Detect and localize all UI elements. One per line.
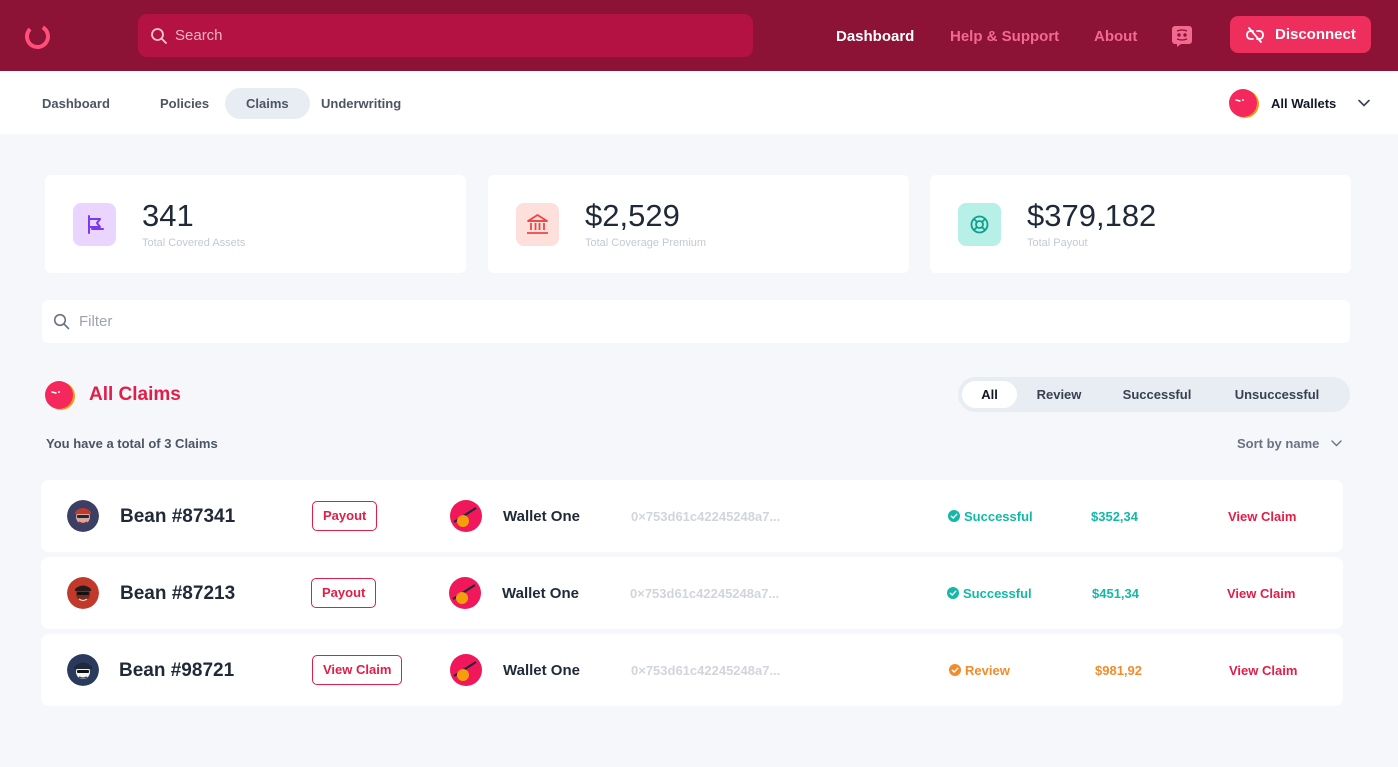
stat-card-coverage-premium: $2,529 Total Coverage Premium — [488, 175, 909, 273]
status-label: Successful — [964, 509, 1033, 524]
wallet-icon — [449, 577, 481, 609]
stat-card-covered-assets: 341 Total Covered Assets — [45, 175, 466, 273]
stat-label: Total Coverage Premium — [585, 237, 707, 249]
sort-dropdown[interactable]: Sort by name — [1237, 436, 1319, 451]
nft-avatar-icon — [67, 577, 99, 609]
nft-avatar-icon — [67, 500, 99, 532]
status-badge: Successful — [947, 586, 1032, 601]
asset-name: Bean #98721 — [119, 660, 235, 681]
filter-bar[interactable] — [42, 300, 1350, 343]
chevron-down-icon[interactable] — [1330, 437, 1343, 450]
stat-label: Total Payout — [1027, 237, 1088, 249]
search-icon — [53, 313, 70, 330]
status-badge: Successful — [948, 509, 1033, 524]
disconnect-label: Disconnect — [1275, 26, 1356, 43]
stat-value: $2,529 — [585, 198, 680, 233]
check-circle-icon — [949, 664, 961, 676]
stat-label: Total Covered Assets — [142, 237, 246, 249]
tab-claims[interactable]: Claims — [225, 88, 310, 119]
search-icon — [151, 28, 167, 44]
check-circle-icon — [948, 510, 960, 522]
search-bar[interactable] — [138, 14, 753, 57]
nav-about[interactable]: About — [1094, 28, 1137, 45]
claim-row: Bean #98721 View Claim Wallet One 0×753d… — [41, 634, 1343, 706]
status-label: Review — [965, 663, 1010, 678]
status-segmented-control: All Review Successful Unsuccessful — [958, 377, 1350, 412]
claim-row: Bean #87341 Payout Wallet One 0×753d61c4… — [41, 480, 1343, 552]
disconnect-button[interactable]: Disconnect — [1230, 16, 1371, 53]
flag-icon — [73, 203, 116, 246]
filter-input[interactable] — [79, 300, 1279, 343]
wallet-name: Wallet One — [503, 508, 580, 525]
sub-navigation: Dashboard Policies Claims Underwriting — [0, 71, 1398, 134]
tab-dashboard[interactable]: Dashboard — [21, 88, 131, 119]
wallet-address: 0×753d61c42245248a7... — [631, 663, 781, 678]
segment-review[interactable]: Review — [1024, 381, 1094, 408]
wallet-address: 0×753d61c42245248a7... — [631, 509, 781, 524]
check-circle-icon — [947, 587, 959, 599]
claim-amount: $981,92 — [1095, 663, 1142, 678]
search-input[interactable] — [175, 14, 735, 57]
status-label: Successful — [963, 586, 1032, 601]
asset-name: Bean #87213 — [120, 583, 236, 604]
asset-name: Bean #87341 — [120, 506, 236, 527]
logo-icon[interactable] — [24, 23, 51, 50]
claim-row: Bean #87213 Payout Wallet One 0×753d61c4… — [41, 557, 1343, 629]
lifebuoy-icon — [958, 203, 1001, 246]
nav-dashboard[interactable]: Dashboard — [836, 28, 914, 45]
stat-value: 341 — [142, 198, 194, 233]
payout-button[interactable]: Payout — [312, 501, 378, 531]
tab-policies[interactable]: Policies — [139, 88, 230, 119]
view-claim-button[interactable]: View Claim — [312, 655, 403, 685]
claim-amount: $451,34 — [1092, 586, 1139, 601]
segment-unsuccessful[interactable]: Unsuccessful — [1222, 381, 1332, 408]
wallet-icon — [450, 500, 482, 532]
wallet-icon — [450, 654, 482, 686]
status-badge: Review — [949, 663, 1010, 678]
wallet-name: Wallet One — [502, 585, 579, 602]
tab-underwriting[interactable]: Underwriting — [300, 88, 422, 119]
view-claim-link[interactable]: View Claim — [1229, 663, 1297, 678]
claim-amount: $352,34 — [1091, 509, 1138, 524]
segment-all[interactable]: All — [962, 381, 1017, 408]
unlink-icon — [1246, 27, 1264, 43]
stat-value: $379,182 — [1027, 198, 1157, 233]
claims-count: You have a total of 3 Claims — [46, 436, 218, 451]
bank-icon — [516, 203, 559, 246]
chevron-down-icon[interactable] — [1357, 96, 1371, 110]
wallet-selector-label[interactable]: All Wallets — [1271, 96, 1336, 111]
discord-icon[interactable] — [1171, 25, 1193, 47]
view-claim-link[interactable]: View Claim — [1228, 509, 1296, 524]
segment-successful[interactable]: Successful — [1110, 381, 1204, 408]
claims-title: All Claims — [89, 384, 181, 405]
nft-avatar-icon — [67, 654, 99, 686]
payout-button[interactable]: Payout — [311, 578, 377, 608]
stat-card-total-payout: $379,182 Total Payout — [930, 175, 1351, 273]
wallet-address: 0×753d61c42245248a7... — [630, 586, 780, 601]
claims-avatar-icon — [45, 381, 75, 410]
top-header: Dashboard Help & Support About Disconnec… — [0, 0, 1398, 71]
wallet-name: Wallet One — [503, 662, 580, 679]
wallet-avatar-icon[interactable] — [1228, 88, 1260, 120]
view-claim-link[interactable]: View Claim — [1227, 586, 1295, 601]
nav-help-support[interactable]: Help & Support — [950, 28, 1059, 45]
